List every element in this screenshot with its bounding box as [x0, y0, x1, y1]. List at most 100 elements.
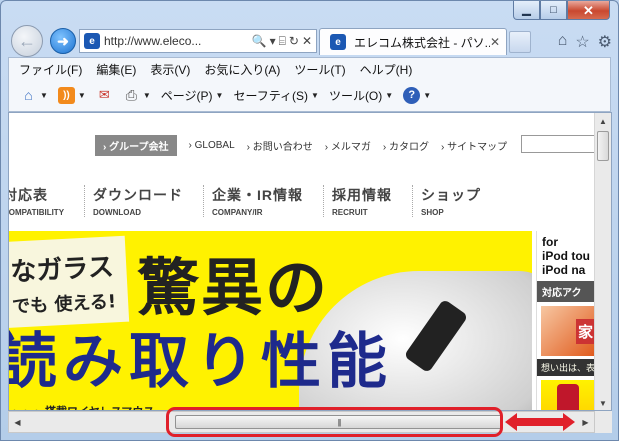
caption-buttons: ▁ □ ✕: [513, 1, 610, 20]
mail-command[interactable]: ✉: [93, 85, 116, 106]
main-nav-recruit[interactable]: 採用情報 RECRUIT: [323, 185, 392, 217]
main-nav-shop[interactable]: ショップ SHOP: [412, 185, 481, 217]
tab-favicon-icon: e: [330, 34, 346, 50]
main-nav-en: RECRUIT: [332, 208, 368, 217]
home-command[interactable]: ⌂ ▼: [17, 85, 51, 106]
highlight-box: [166, 407, 503, 437]
utility-nav: › グループ会社 › GLOBAL › お問い合わせ › メルマガ › カタログ…: [95, 135, 507, 156]
address-url[interactable]: http://www.eleco...: [104, 34, 252, 48]
close-button[interactable]: ✕: [567, 1, 610, 20]
search-icon[interactable]: 🔍: [252, 34, 267, 48]
feeds-command[interactable]: )) ▼: [55, 85, 89, 106]
close-icon: ✕: [583, 2, 594, 18]
compatibility-view-icon[interactable]: ⌸: [279, 34, 286, 49]
main-nav: 対応表 COMPATIBILITY ダウンロード DOWNLOAD 企業・IR情…: [9, 185, 501, 217]
dropdown-icon: ▼: [215, 90, 224, 100]
tab-elecom[interactable]: e エレコム株式会社 - パソ... ✕: [319, 28, 507, 55]
side-ad-heading: for iPod tou iPod na: [537, 231, 596, 281]
tools-menu[interactable]: ツール(O) ▼: [326, 85, 396, 106]
page-menu-label: ページ(P): [160, 88, 213, 103]
menu-bar: ファイル(F) 編集(E) 表示(V) お気に入り(A) ツール(T) ヘルプ(…: [9, 58, 610, 80]
new-tab-button[interactable]: [509, 31, 531, 53]
util-link-label: サイトマップ: [447, 142, 508, 153]
browser-right-icons: ⌂ ☆ ⚙: [558, 32, 612, 52]
menu-tools[interactable]: ツール(T): [294, 61, 345, 78]
side-ad-photo: 家: [541, 306, 595, 356]
scrollbar-corner: [595, 411, 612, 433]
back-arrow-icon: ←: [18, 30, 36, 51]
address-dropdown-icon[interactable]: ▾: [270, 34, 276, 48]
banner-line1: なガラス: [9, 251, 115, 288]
favorites-star-icon[interactable]: ☆: [575, 32, 589, 52]
main-nav-compatibility[interactable]: 対応表 COMPATIBILITY: [9, 185, 64, 217]
home-icon[interactable]: ⌂: [558, 32, 568, 52]
minimize-button[interactable]: ▁: [513, 1, 540, 20]
main-nav-jp: ダウンロード: [93, 187, 184, 203]
util-link-global[interactable]: › GLOBAL: [189, 140, 235, 151]
prefix-icon: ›: [103, 142, 107, 153]
main-nav-download[interactable]: ダウンロード DOWNLOAD: [84, 185, 183, 217]
tools-menu-label: ツール(O): [328, 88, 383, 103]
side-ad-note: 想い出は、表: [537, 359, 596, 376]
main-nav-en: SHOP: [421, 208, 444, 217]
help-command[interactable]: ? ▼: [400, 85, 434, 106]
page-viewport: › グループ会社 › GLOBAL › お問い合わせ › メルマガ › カタログ…: [8, 112, 612, 411]
menu-help[interactable]: ヘルプ(H): [360, 61, 413, 78]
navigation-row: ← ➜ e http://www.eleco... 🔍 ▾ ⌸ ↻ ✕ e エレ…: [1, 23, 618, 57]
red-case-image: [557, 384, 579, 410]
vertical-scrollbar[interactable]: ▲ ▼: [594, 113, 611, 410]
forward-button[interactable]: ➜: [50, 28, 76, 54]
elecom-favicon-icon: e: [84, 33, 100, 49]
side-ad-product: [541, 380, 595, 410]
main-nav-jp: 対応表: [9, 187, 48, 203]
util-link-label: お問い合わせ: [252, 142, 313, 153]
address-bar[interactable]: e http://www.eleco... 🔍 ▾ ⌸ ↻ ✕: [79, 29, 317, 53]
safety-menu[interactable]: セーフティ(S) ▼: [230, 85, 321, 106]
refresh-icon[interactable]: ↻: [289, 34, 299, 48]
toolbars: ファイル(F) 編集(E) 表示(V) お気に入り(A) ツール(T) ヘルプ(…: [8, 57, 611, 112]
side-ad-ipod[interactable]: for iPod tou iPod na 対応アク 家 想い出は、表: [536, 231, 596, 410]
menu-view[interactable]: 表示(V): [150, 61, 190, 78]
util-link-newsletter[interactable]: › メルマガ: [325, 138, 371, 153]
menu-file[interactable]: ファイル(F): [19, 61, 82, 78]
dropdown-icon: ▼: [142, 90, 151, 100]
address-tools: 🔍 ▾ ⌸ ↻ ✕: [252, 34, 316, 49]
vertical-scroll-thumb[interactable]: [597, 131, 609, 161]
dropdown-icon: ▼: [77, 90, 86, 100]
main-nav-jp: 企業・IR情報: [212, 187, 304, 203]
tools-gear-icon[interactable]: ⚙: [598, 32, 612, 52]
main-nav-jp: 採用情報: [332, 187, 393, 203]
main-nav-company[interactable]: 企業・IR情報 COMPANY/IR: [203, 185, 303, 217]
side-ad-head-3: iPod na: [542, 263, 586, 277]
maximize-button[interactable]: □: [540, 1, 567, 20]
scroll-left-icon[interactable]: ◀: [9, 412, 26, 432]
group-companies-button[interactable]: › グループ会社: [95, 135, 177, 156]
dropdown-icon: ▼: [385, 90, 394, 100]
scroll-up-icon[interactable]: ▲: [595, 113, 611, 130]
util-link-catalog[interactable]: › カタログ: [383, 138, 429, 153]
mail-icon: ✉: [98, 87, 110, 102]
banner-headline-2: 読み取り性能: [9, 327, 393, 397]
tab-close-icon[interactable]: ✕: [490, 35, 500, 49]
util-link-contact[interactable]: › お問い合わせ: [247, 138, 313, 153]
scroll-down-icon[interactable]: ▼: [595, 395, 611, 410]
side-ad-photo-text: 家: [575, 318, 595, 344]
util-link-label: GLOBAL: [194, 140, 235, 151]
page-menu[interactable]: ページ(P) ▼: [158, 85, 227, 106]
web-page: › グループ会社 › GLOBAL › お問い合わせ › メルマガ › カタログ…: [9, 113, 596, 410]
side-ad-head-2: iPod tou: [542, 249, 590, 263]
browser-window: ▁ □ ✕ ← ➜ e http://www.eleco... 🔍 ▾ ⌸ ↻ …: [0, 0, 619, 441]
safety-menu-label: セーフティ(S): [233, 88, 309, 103]
scroll-right-icon[interactable]: ▶: [577, 412, 594, 432]
banner-subtag: ・・・ 搭載ワイヤレスマウス: [9, 403, 154, 410]
print-command[interactable]: ⎙ ▼: [120, 85, 154, 106]
hero-banner[interactable]: なガラス でも 使える! 驚異の 読み取り性能 ・・・ 搭載ワイヤレスマウス: [9, 231, 532, 410]
back-button[interactable]: ←: [11, 25, 43, 57]
dropdown-icon: ▼: [423, 90, 432, 100]
menu-favorites[interactable]: お気に入り(A): [204, 61, 280, 78]
stop-icon[interactable]: ✕: [302, 34, 312, 48]
site-search-input[interactable]: [521, 135, 596, 153]
util-link-sitemap[interactable]: › サイトマップ: [441, 138, 507, 153]
main-nav-en: COMPATIBILITY: [9, 208, 65, 217]
menu-edit[interactable]: 編集(E): [96, 61, 136, 78]
